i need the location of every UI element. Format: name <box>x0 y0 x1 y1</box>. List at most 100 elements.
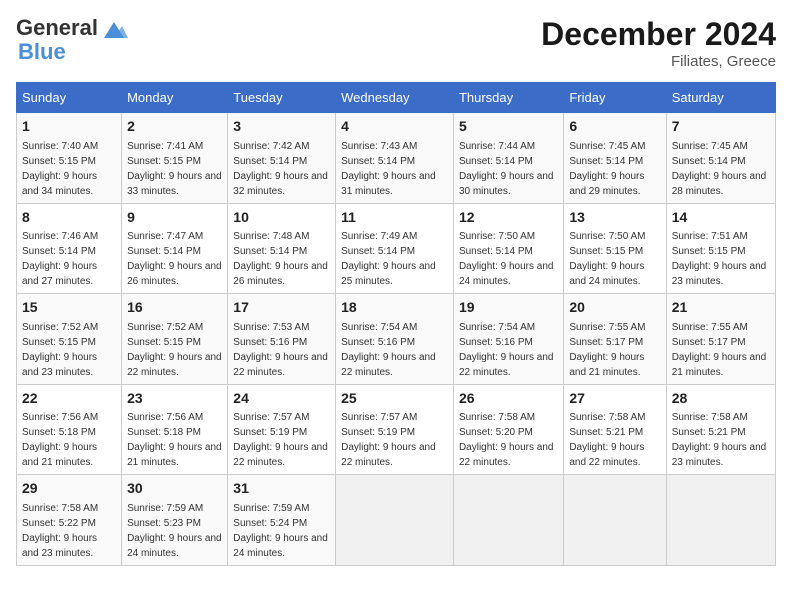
daylight: Daylight: 9 hours and 26 minutes. <box>233 261 328 287</box>
day-number: 18 <box>341 298 448 318</box>
day-number: 29 <box>22 479 116 499</box>
calendar-cell: 29 Sunrise: 7:58 AM Sunset: 5:22 PM Dayligh… <box>17 475 122 566</box>
weekday-header-tuesday: Tuesday <box>228 83 336 113</box>
calendar-cell: 11Sunrise: 7:49 AMSunset: 5:14 PMDayligh… <box>336 203 454 294</box>
sunrise: Sunrise: 7:55 AM <box>569 322 645 333</box>
sunrise: Sunrise: 7:41 AM <box>127 141 203 152</box>
sunset: Sunset: 5:15 PM <box>672 246 746 257</box>
day-number: 23 <box>127 389 222 409</box>
sunrise: Sunrise: 7:57 AM <box>341 412 417 423</box>
sunset: Sunset: 5:16 PM <box>341 337 415 348</box>
week-row-1: 1Sunrise: 7:40 AMSunset: 5:15 PMDaylight… <box>17 113 776 204</box>
calendar-cell: 3 Sunrise: 7:42 AM Sunset: 5:14 PM Daylight… <box>228 113 336 204</box>
sunrise: Sunrise: 7:58 AM <box>672 412 748 423</box>
calendar-cell: 23Sunrise: 7:56 AMSunset: 5:18 PMDayligh… <box>122 384 228 475</box>
sunrise: Sunrise: 7:43 AM <box>341 141 417 152</box>
calendar-cell <box>453 475 563 566</box>
daylight: Daylight: 9 hours and 22 minutes. <box>569 442 644 468</box>
sunrise: Sunrise: 7:58 AM <box>459 412 535 423</box>
day-number: 7 <box>672 117 770 137</box>
calendar-cell: 5 Sunrise: 7:44 AM Sunset: 5:14 PM Daylight… <box>453 113 563 204</box>
day-number: 10 <box>233 208 330 228</box>
sunrise: Sunrise: 7:52 AM <box>127 322 203 333</box>
logo: General Blue <box>16 16 128 64</box>
daylight: Daylight: 9 hours and 22 minutes. <box>341 442 436 468</box>
sunset: Sunset: 5:14 PM <box>569 156 643 167</box>
sunset: Sunset: 5:14 PM <box>459 156 533 167</box>
daylight: Daylight: 9 hours and 22 minutes. <box>459 442 554 468</box>
daylight: Daylight: 9 hours and 34 minutes. <box>22 171 97 197</box>
day-number: 20 <box>569 298 660 318</box>
sunrise: Sunrise: 7:59 AM <box>127 503 203 514</box>
sunset: Sunset: 5:14 PM <box>233 246 307 257</box>
sunrise: Sunrise: 7:58 AM <box>22 503 98 514</box>
sunset: Sunset: 5:14 PM <box>459 246 533 257</box>
daylight: Daylight: 9 hours and 22 minutes. <box>233 442 328 468</box>
sunrise: Sunrise: 7:50 AM <box>459 231 535 242</box>
day-number: 15 <box>22 298 116 318</box>
daylight: Daylight: 9 hours and 32 minutes. <box>233 171 328 197</box>
day-number: 2 <box>127 117 222 137</box>
calendar-cell: 17Sunrise: 7:53 AMSunset: 5:16 PMDayligh… <box>228 294 336 385</box>
sunset: Sunset: 5:14 PM <box>341 246 415 257</box>
sunset: Sunset: 5:17 PM <box>672 337 746 348</box>
sunset: Sunset: 5:14 PM <box>127 246 201 257</box>
weekday-header-friday: Friday <box>564 83 666 113</box>
sunrise: Sunrise: 7:48 AM <box>233 231 309 242</box>
daylight: Daylight: 9 hours and 22 minutes. <box>459 352 554 378</box>
day-number: 21 <box>672 298 770 318</box>
calendar-cell: 18Sunrise: 7:54 AMSunset: 5:16 PMDayligh… <box>336 294 454 385</box>
day-number: 17 <box>233 298 330 318</box>
calendar-cell: 24Sunrise: 7:57 AMSunset: 5:19 PMDayligh… <box>228 384 336 475</box>
sunrise: Sunrise: 7:51 AM <box>672 231 748 242</box>
weekday-header-monday: Monday <box>122 83 228 113</box>
weekday-header-saturday: Saturday <box>666 83 775 113</box>
daylight: Daylight: 9 hours and 29 minutes. <box>569 171 644 197</box>
daylight: Daylight: 9 hours and 23 minutes. <box>672 261 767 287</box>
calendar-cell: 15Sunrise: 7:52 AMSunset: 5:15 PMDayligh… <box>17 294 122 385</box>
sunset: Sunset: 5:21 PM <box>672 427 746 438</box>
daylight: Daylight: 9 hours and 27 minutes. <box>22 261 97 287</box>
day-number: 9 <box>127 208 222 228</box>
day-number: 3 <box>233 117 330 137</box>
sunset: Sunset: 5:22 PM <box>22 518 96 529</box>
daylight: Daylight: 9 hours and 24 minutes. <box>459 261 554 287</box>
day-number: 6 <box>569 117 660 137</box>
daylight: Daylight: 9 hours and 22 minutes. <box>127 352 222 378</box>
sunrise: Sunrise: 7:56 AM <box>22 412 98 423</box>
daylight: Daylight: 9 hours and 28 minutes. <box>672 171 767 197</box>
sunrise: Sunrise: 7:46 AM <box>22 231 98 242</box>
day-number: 27 <box>569 389 660 409</box>
daylight: Daylight: 9 hours and 23 minutes. <box>22 533 97 559</box>
sunset: Sunset: 5:14 PM <box>672 156 746 167</box>
calendar-cell: 19Sunrise: 7:54 AMSunset: 5:16 PMDayligh… <box>453 294 563 385</box>
daylight: Daylight: 9 hours and 21 minutes. <box>672 352 767 378</box>
daylight: Daylight: 9 hours and 21 minutes. <box>127 442 222 468</box>
sunrise: Sunrise: 7:44 AM <box>459 141 535 152</box>
day-number: 19 <box>459 298 558 318</box>
weekday-header-thursday: Thursday <box>453 83 563 113</box>
sunrise: Sunrise: 7:58 AM <box>569 412 645 423</box>
sunset: Sunset: 5:14 PM <box>233 156 307 167</box>
day-number: 5 <box>459 117 558 137</box>
day-number: 28 <box>672 389 770 409</box>
calendar-cell: 21Sunrise: 7:55 AMSunset: 5:17 PMDayligh… <box>666 294 775 385</box>
day-number: 22 <box>22 389 116 409</box>
calendar-cell: 22 Sunrise: 7:56 AM Sunset: 5:18 PM Dayligh… <box>17 384 122 475</box>
sunrise: Sunrise: 7:54 AM <box>341 322 417 333</box>
sunset: Sunset: 5:16 PM <box>233 337 307 348</box>
weekday-header-row: SundayMondayTuesdayWednesdayThursdayFrid… <box>17 83 776 113</box>
sunrise: Sunrise: 7:47 AM <box>127 231 203 242</box>
daylight: Daylight: 9 hours and 31 minutes. <box>341 171 436 197</box>
calendar-cell: 28Sunrise: 7:58 AMSunset: 5:21 PMDayligh… <box>666 384 775 475</box>
sunrise: Sunrise: 7:45 AM <box>672 141 748 152</box>
weekday-header-wednesday: Wednesday <box>336 83 454 113</box>
sunrise: Sunrise: 7:42 AM <box>233 141 309 152</box>
sunset: Sunset: 5:18 PM <box>22 427 96 438</box>
daylight: Daylight: 9 hours and 21 minutes. <box>22 442 97 468</box>
daylight: Daylight: 9 hours and 30 minutes. <box>459 171 554 197</box>
sunrise: Sunrise: 7:57 AM <box>233 412 309 423</box>
calendar-cell: 2Sunrise: 7:41 AMSunset: 5:15 PMDaylight… <box>122 113 228 204</box>
week-row-2: 8Sunrise: 7:46 AMSunset: 5:14 PMDaylight… <box>17 203 776 294</box>
calendar-cell: 7 Sunrise: 7:45 AM Sunset: 5:14 PM Daylight… <box>666 113 775 204</box>
